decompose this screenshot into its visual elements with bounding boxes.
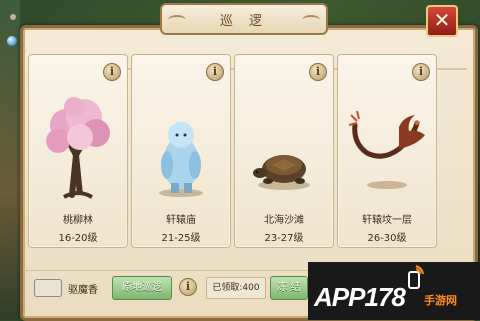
level-range: 23-27级 (264, 233, 304, 244)
patrol-location-card[interactable]: i 桃柳林 16-20级 (28, 54, 128, 248)
location-name: 轩辕坟一层 (362, 215, 412, 226)
title-flourish-left (168, 15, 186, 25)
close-icon: ✕ (433, 8, 451, 32)
incense-checkbox[interactable] (34, 279, 62, 297)
patrol-location-card[interactable]: i 轩辕坟一层 26-30级 (337, 54, 437, 248)
dialog-title: 巡 逻 (219, 13, 269, 29)
info-icon[interactable]: i (206, 63, 224, 81)
level-range: 21-25级 (161, 233, 201, 244)
claimed-amount: 已领取:400 (206, 277, 266, 299)
location-name: 北海沙滩 (264, 215, 304, 226)
location-name: 桃柳林 (63, 215, 93, 226)
dialog-title-tab: 巡 逻 (160, 3, 328, 35)
bat-wing-icon (348, 110, 425, 189)
title-flourish-right (302, 15, 320, 25)
site-watermark: APP178 手游网 (308, 262, 480, 320)
watermark-suffix: 手游网 (424, 294, 457, 307)
freeze-button[interactable]: 冻 结 (270, 276, 308, 300)
watermark-prefix: APP (314, 282, 365, 312)
hud-ornament (10, 14, 16, 20)
incense-label: 驱魔香 (68, 285, 98, 296)
ice-yeti-icon (159, 122, 203, 197)
info-icon[interactable]: i (103, 63, 121, 81)
level-range: 16-20级 (58, 233, 98, 244)
blossom-tree-icon (46, 97, 110, 199)
level-range: 26-30级 (367, 233, 407, 244)
patrol-location-card[interactable]: i 轩辕庙 21-25级 (131, 54, 231, 248)
patrol-in-place-button[interactable]: 原地巡逻 (112, 276, 172, 300)
turtle-icon (253, 155, 310, 190)
game-background-strip (0, 0, 20, 320)
info-icon[interactable]: i (179, 278, 197, 296)
info-icon[interactable]: i (412, 63, 430, 81)
hud-orb-icon (7, 36, 17, 46)
close-button[interactable]: ✕ (426, 5, 458, 37)
watermark-logo: APP178 (314, 282, 406, 313)
info-icon[interactable]: i (309, 63, 327, 81)
watermark-number: 178 (364, 282, 405, 312)
patrol-location-card[interactable]: i 北海沙滩 23-27级 (234, 54, 334, 248)
location-name: 轩辕庙 (166, 215, 196, 226)
